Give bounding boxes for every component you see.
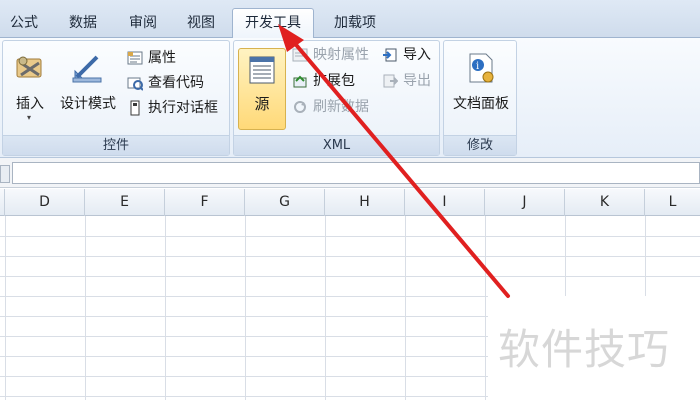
watermark-text: 软件技巧 [498,325,671,374]
export-icon [383,74,398,88]
document-panel-icon: i [469,53,494,83]
export-button[interactable]: 导出 [382,70,438,92]
map-properties-label: 映射属性 [313,47,369,63]
map-properties-button[interactable]: 映射属性 [292,44,382,66]
expansion-packs-label: 扩展包 [313,73,355,89]
export-label: 导出 [403,73,431,89]
column-headers: D E F G H I J K L [0,189,700,216]
refresh-data-icon [294,101,306,113]
insert-controls-button[interactable]: 插入 ▾ [7,47,53,125]
view-code-icon [127,77,143,91]
import-icon [383,48,397,62]
source-label: 源 [254,95,270,113]
xml-group-label: XML [234,135,439,155]
map-properties-icon [292,48,308,62]
controls-group: 插入 ▾ 设计模式 属性 查看代码 执行对话框 控件 [2,40,230,156]
properties-icon [127,51,143,65]
tab-formulas[interactable]: 公式 [0,10,48,38]
column-header-f[interactable]: F [165,189,245,216]
run-dialog-button[interactable]: 执行对话框 [127,97,231,119]
expansion-packs-button[interactable]: 扩展包 [292,70,372,92]
watermark: 软件技巧 [488,296,700,400]
import-label: 导入 [403,47,431,63]
source-button[interactable]: 源 [238,48,286,130]
svg-text:i: i [476,61,479,72]
document-panel-label: 文档面板 [453,96,509,112]
modify-group-label: 修改 [444,135,516,155]
modify-group: i 文档面板 修改 [443,40,517,156]
column-header-e[interactable]: E [85,189,165,216]
run-dialog-icon [130,100,140,116]
column-header-i[interactable]: I [405,189,485,216]
insert-controls-icon [16,56,42,78]
insert-controls-label: 插入 [16,96,44,112]
formula-input[interactable] [12,162,700,184]
run-dialog-label: 执行对话框 [148,100,218,116]
import-button[interactable]: 导入 [382,44,438,66]
view-code-button[interactable]: 查看代码 [127,72,227,94]
column-header-l[interactable]: L [645,189,700,216]
properties-label: 属性 [148,50,176,66]
dropdown-arrow-icon: ▾ [27,113,32,122]
column-header-g[interactable]: G [245,189,325,216]
tab-view[interactable]: 视图 [176,10,226,38]
source-icon [249,56,275,84]
design-mode-button[interactable]: 设计模式 [55,47,121,125]
tab-review[interactable]: 审阅 [118,10,168,38]
design-mode-icon [72,55,102,83]
properties-button[interactable]: 属性 [127,47,227,69]
tab-data[interactable]: 数据 [58,10,108,38]
ribbon-tab-bar: 公式 数据 审阅 视图 开发工具 加载项 [0,0,700,39]
refresh-data-label: 刷新数据 [313,99,369,115]
tab-add-ins[interactable]: 加载项 [324,10,386,38]
expansion-packs-icon [293,75,307,88]
controls-group-label: 控件 [3,135,229,155]
document-panel-button[interactable]: i 文档面板 [446,47,516,125]
view-code-label: 查看代码 [148,75,204,91]
column-header-d[interactable]: D [5,189,85,216]
column-header-k[interactable]: K [565,189,645,216]
name-box[interactable] [0,165,10,183]
column-header-j[interactable]: J [485,189,565,216]
column-header-h[interactable]: H [325,189,405,216]
tab-developer[interactable]: 开发工具 [232,8,314,39]
formula-bar [0,158,700,188]
refresh-data-button[interactable]: 刷新数据 [292,96,382,118]
design-mode-label: 设计模式 [60,96,116,112]
